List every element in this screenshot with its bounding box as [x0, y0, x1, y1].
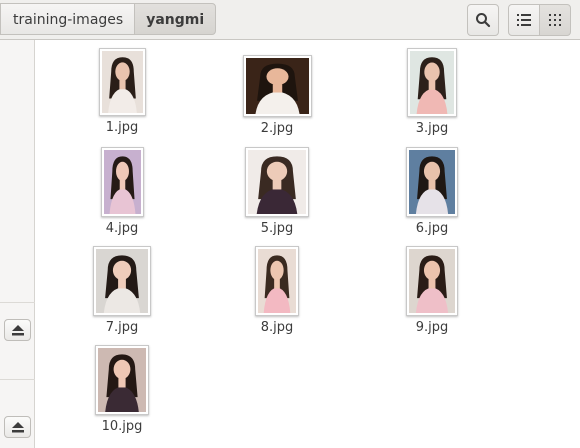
photo-face	[266, 161, 288, 181]
breadcrumb-parent[interactable]: training-images	[0, 3, 135, 35]
list-view-icon	[517, 14, 531, 26]
sidebar-separator	[0, 379, 35, 380]
file-item[interactable]: 2.jpg	[237, 55, 317, 136]
grid-view-icon	[549, 14, 561, 26]
file-thumbnail	[406, 246, 458, 316]
file-thumbnail	[245, 147, 309, 217]
file-name: 6.jpg	[415, 221, 449, 236]
photo-thumbnail	[245, 58, 309, 114]
file-item[interactable]: 6.jpg	[402, 147, 462, 236]
breadcrumb-current[interactable]: yangmi	[134, 3, 217, 35]
file-thumbnail	[255, 246, 299, 316]
photo-thumbnail	[103, 150, 141, 214]
photo-neck	[272, 179, 282, 190]
photo-face	[270, 260, 284, 280]
photo-thumbnail	[98, 348, 146, 412]
file-name: 5.jpg	[260, 221, 294, 236]
photo-neck	[119, 179, 125, 190]
file-name: 1.jpg	[105, 120, 139, 135]
photo-neck	[274, 278, 280, 289]
photo-face	[423, 161, 441, 181]
search-button[interactable]	[467, 4, 499, 36]
photo-face	[113, 359, 131, 379]
file-item[interactable]: 9.jpg	[402, 246, 462, 335]
file-thumbnail	[95, 345, 149, 415]
photo-face	[115, 161, 129, 181]
file-name: 8.jpg	[260, 320, 294, 335]
file-item[interactable]: 10.jpg	[92, 345, 152, 434]
file-thumbnail	[406, 147, 458, 217]
search-icon	[476, 13, 491, 28]
file-thumbnail	[93, 246, 151, 316]
photo-neck	[118, 377, 126, 388]
header-bar: training-images yangmi	[0, 0, 580, 40]
photo-thumbnail	[410, 51, 454, 114]
grid-view-button[interactable]	[539, 4, 571, 36]
sidebar-separator	[0, 302, 35, 303]
file-name: 7.jpg	[105, 320, 139, 335]
photo-face	[265, 68, 289, 86]
photo-face	[424, 62, 440, 82]
photo-thumbnail	[248, 150, 306, 214]
file-item[interactable]: 7.jpg	[92, 246, 152, 335]
file-thumbnail	[242, 55, 312, 117]
photo-neck	[272, 84, 282, 93]
file-item[interactable]: 5.jpg	[242, 147, 312, 236]
photo-face	[114, 62, 130, 81]
photo-face	[112, 260, 132, 280]
photo-thumbnail	[96, 249, 148, 313]
file-name: 10.jpg	[101, 419, 143, 434]
eject-icon	[11, 324, 24, 335]
file-item[interactable]: 1.jpg	[92, 48, 152, 135]
photo-thumbnail	[258, 249, 296, 313]
file-name: 2.jpg	[260, 121, 294, 136]
photo-neck	[428, 278, 436, 289]
photo-thumbnail	[409, 249, 455, 313]
photo-neck	[428, 80, 436, 90]
file-name: 9.jpg	[415, 320, 449, 335]
file-item[interactable]: 8.jpg	[247, 246, 307, 335]
file-item[interactable]: 4.jpg	[92, 147, 152, 236]
sidebar	[0, 40, 35, 448]
file-thumbnail	[98, 48, 146, 116]
file-thumbnail	[407, 48, 457, 117]
photo-neck	[118, 79, 126, 90]
photo-neck	[118, 278, 126, 289]
file-name: 4.jpg	[105, 221, 139, 236]
eject-button[interactable]	[4, 416, 31, 438]
file-item[interactable]: 3.jpg	[402, 48, 462, 136]
photo-thumbnail	[101, 51, 143, 113]
eject-button[interactable]	[4, 319, 31, 341]
eject-icon	[11, 421, 24, 432]
photo-face	[423, 260, 441, 280]
photo-neck	[428, 179, 436, 190]
photo-thumbnail	[409, 150, 455, 214]
file-thumbnail	[100, 147, 144, 217]
file-name: 3.jpg	[415, 121, 449, 136]
list-view-button[interactable]	[508, 4, 540, 36]
path-bar: training-images yangmi	[0, 3, 217, 37]
